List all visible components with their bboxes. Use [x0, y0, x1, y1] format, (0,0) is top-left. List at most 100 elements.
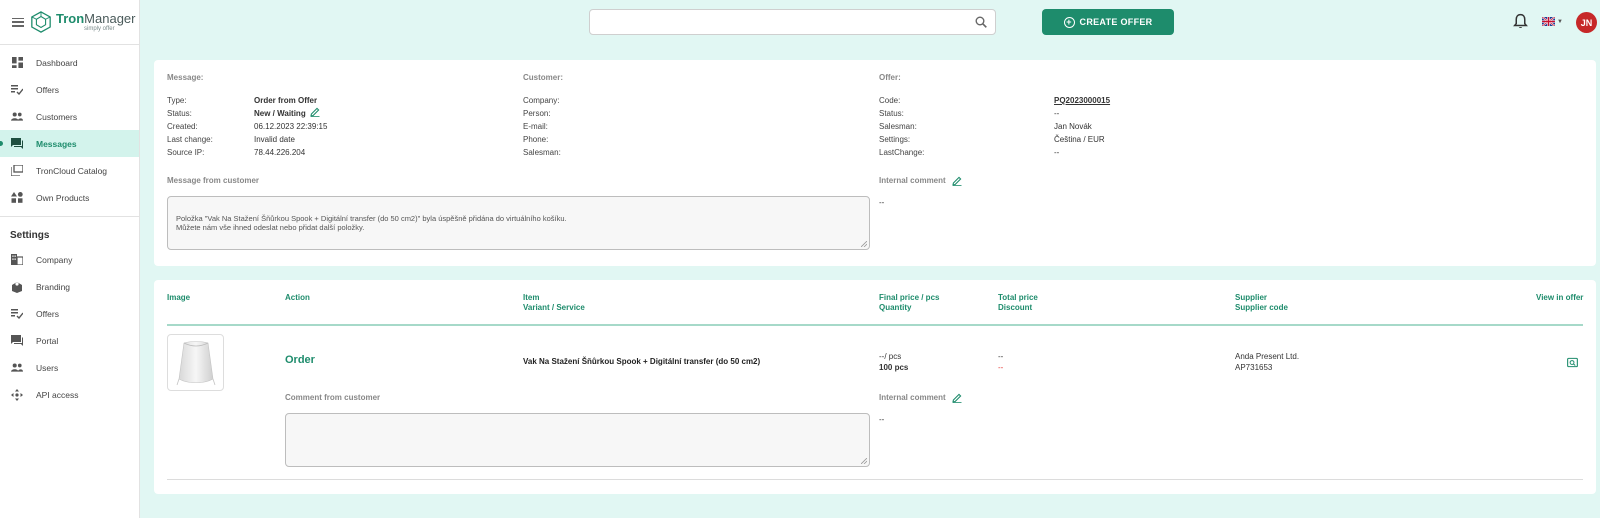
column-header-supplier: Supplier Supplier code [1235, 293, 1288, 313]
item-supplier-cell: Anda Present Ltd. AP731653 [1235, 351, 1299, 373]
message-from-customer-textarea[interactable]: Položka "Vak Na Stažení Šňůrkou Spook + … [167, 196, 870, 250]
offer-settings-label: Settings: [879, 135, 911, 144]
message-type-label: Type: [167, 96, 187, 105]
sidebar-item-portal[interactable]: Portal [0, 327, 139, 354]
offer-salesman-label: Salesman: [879, 122, 917, 131]
menu-icon[interactable] [12, 17, 24, 27]
message-row-type: Type: Order from Offer [167, 94, 327, 107]
column-header-supplier-code-label: Supplier code [1235, 303, 1288, 312]
bell-icon[interactable] [1513, 13, 1528, 30]
view-in-offer-icon[interactable] [1567, 357, 1578, 368]
offer-salesman-value: Jan Novák [1054, 122, 1092, 131]
sidebar-item-label: TronCloud Catalog [36, 165, 108, 176]
edit-status-icon[interactable] [310, 107, 320, 117]
drawstring-bag-icon [176, 340, 215, 385]
offer-settings-value: Čeština / EUR [1054, 135, 1105, 144]
customer-row-person: Person: [523, 107, 561, 120]
message-detail-card: Message: Type: Order from Offer Status: Ne… [154, 60, 1596, 266]
offers-icon [11, 308, 23, 320]
sidebar-item-company[interactable]: Company [0, 246, 139, 273]
sidebar-item-label: Company [36, 254, 73, 265]
message-source-ip-value: 78.44.226.204 [254, 148, 306, 157]
sidebar-item-label: Dashboard [36, 57, 78, 68]
dashboard-icon [11, 57, 23, 69]
plus-circle-icon: + [1063, 16, 1075, 28]
sidebar-item-customers[interactable]: Customers [0, 103, 139, 130]
sidebar-item-troncloud-catalog[interactable]: TronCloud Catalog [0, 157, 139, 184]
customer-email-label: E-mail: [523, 122, 548, 131]
offer-status-label: Status: [879, 109, 904, 118]
customers-icon [11, 111, 23, 123]
customer-salesman-label: Salesman: [523, 148, 561, 157]
sidebar-item-messages[interactable]: Messages [0, 130, 139, 157]
product-image[interactable] [167, 334, 224, 391]
search-input[interactable] [589, 9, 996, 35]
message-section-title: Message: [167, 73, 204, 82]
avatar[interactable]: JN [1576, 12, 1597, 33]
message-source-ip-label: Source IP: [167, 148, 205, 157]
table-bottom-divider [167, 479, 1583, 480]
column-header-total: Total price Discount [998, 293, 1038, 313]
item-internal-comment-value: -- [879, 415, 885, 424]
customer-row-salesman: Salesman: [523, 146, 561, 159]
search-icon[interactable] [975, 16, 987, 28]
nav-divider [0, 216, 139, 217]
item-price-cell: --/ pcs 100 pcs [879, 351, 908, 373]
sidebar-item-label: Own Products [36, 192, 90, 203]
logo-tagline: simply offer [84, 26, 115, 32]
sidebar: TronManager simply offer Dashboard Offer… [0, 0, 140, 518]
offer-last-change-label: LastChange: [879, 148, 925, 157]
sidebar-item-users[interactable]: Users [0, 354, 139, 381]
company-icon [11, 254, 23, 266]
sidebar-item-label: Users [36, 362, 59, 373]
column-header-view-in-offer: View in offer [1536, 293, 1584, 302]
language-selector[interactable]: ▼ [1542, 17, 1563, 26]
caret-down-icon: ▼ [1557, 18, 1563, 25]
message-from-customer-label: Message from customer [167, 176, 260, 185]
settings-section-title: Settings [10, 230, 50, 241]
sidebar-item-label: Offers [36, 84, 59, 95]
message-row-created: Created: 06.12.2023 22:39:15 [167, 120, 327, 133]
sidebar-item-offers[interactable]: Offers [0, 76, 139, 103]
message-row-source-ip: Source IP: 78.44.226.204 [167, 146, 327, 159]
sidebar-item-api-access[interactable]: API access [0, 381, 139, 408]
sidebar-item-label: Customers [36, 111, 78, 122]
message-status-value: New / Waiting [254, 109, 306, 118]
logo-name-bold: Tron [56, 11, 85, 26]
resize-handle-icon[interactable] [861, 241, 867, 247]
offer-code-link[interactable]: PQ2023000015 [1054, 94, 1110, 107]
internal-comment-label: Internal comment [879, 176, 946, 186]
item-internal-comment-label: Internal comment [879, 393, 946, 403]
edit-internal-comment-icon[interactable] [952, 176, 962, 186]
comment-from-customer-textarea[interactable] [285, 413, 870, 467]
item-total-price: -- [998, 352, 1004, 361]
messages-icon [11, 138, 23, 150]
sidebar-item-label: Portal [36, 335, 59, 346]
item-quantity: 100 pcs [879, 363, 909, 372]
products-icon [11, 192, 23, 204]
internal-comment-header: Internal comment [879, 176, 962, 186]
sidebar-item-dashboard[interactable]: Dashboard [0, 49, 139, 76]
column-header-image: Image [167, 293, 191, 302]
sidebar-item-own-products[interactable]: Own Products [0, 184, 139, 211]
main-nav: Dashboard Offers Customers Messages Tron… [0, 45, 139, 211]
item-supplier: Anda Present Ltd. [1235, 352, 1300, 361]
edit-item-internal-comment-icon[interactable] [952, 393, 962, 403]
sidebar-item-label: Branding [36, 281, 71, 292]
sidebar-item-branding[interactable]: Branding [0, 273, 139, 300]
column-header-supplier-label: Supplier [1235, 293, 1268, 302]
create-offer-button[interactable]: + CREATE OFFER [1042, 9, 1174, 35]
sidebar-item-settings-offers[interactable]: Offers [0, 300, 139, 327]
column-header-variant-label: Variant / Service [523, 303, 585, 312]
internal-comment-value: -- [879, 198, 885, 207]
item-discount: -- [998, 363, 1004, 372]
item-internal-comment-header: Internal comment [879, 393, 962, 403]
customer-section-title: Customer: [523, 73, 564, 82]
column-header-discount-label: Discount [998, 303, 1033, 312]
column-header-final-price-label: Final price / pcs [879, 293, 940, 302]
resize-handle-icon[interactable] [861, 458, 867, 464]
logo-icon [31, 11, 51, 33]
create-offer-label: CREATE OFFER [1079, 17, 1153, 27]
message-created-label: Created: [167, 122, 198, 131]
item-action: Order [285, 354, 315, 366]
